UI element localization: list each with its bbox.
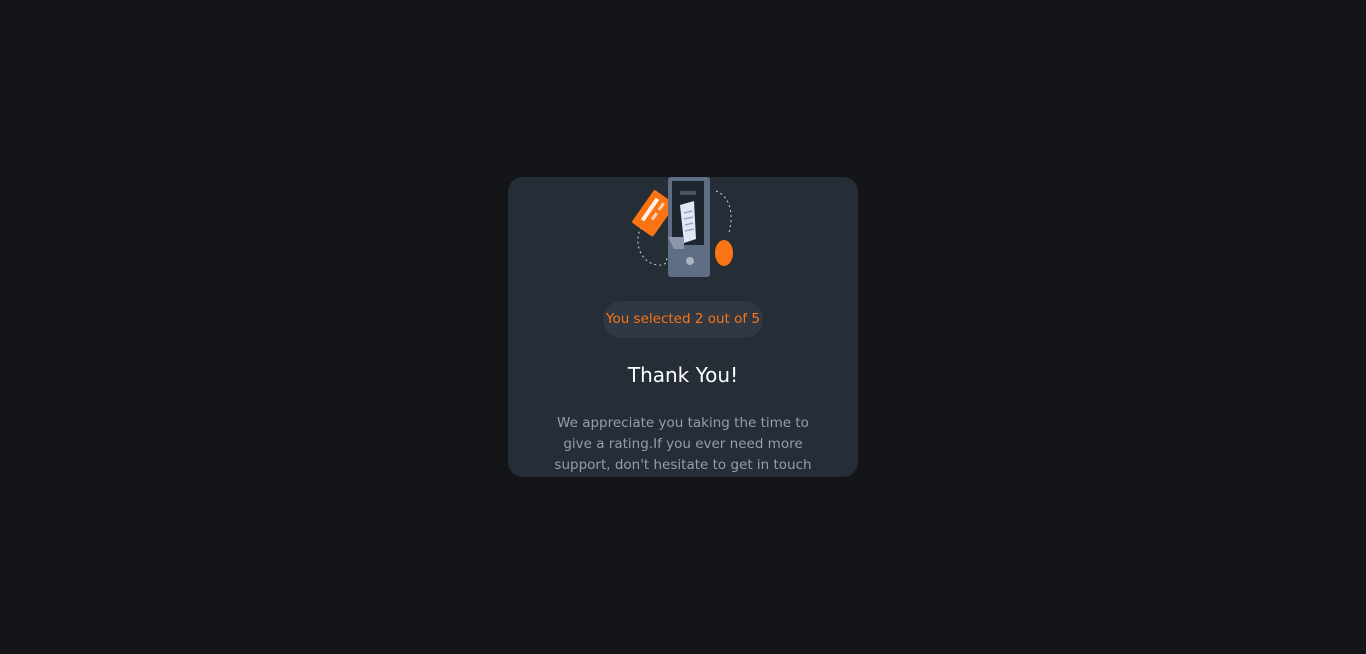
thank-you-title: Thank You! — [627, 363, 739, 387]
payment-phone-illustration-icon — [632, 177, 736, 281]
thank-you-card: You selected 2 out of 5 Thank You! We ap… — [508, 177, 858, 477]
thank-you-message: We appreciate you taking the time to giv… — [554, 415, 812, 473]
rating-selection-badge: You selected 2 out of 5 — [603, 301, 763, 338]
